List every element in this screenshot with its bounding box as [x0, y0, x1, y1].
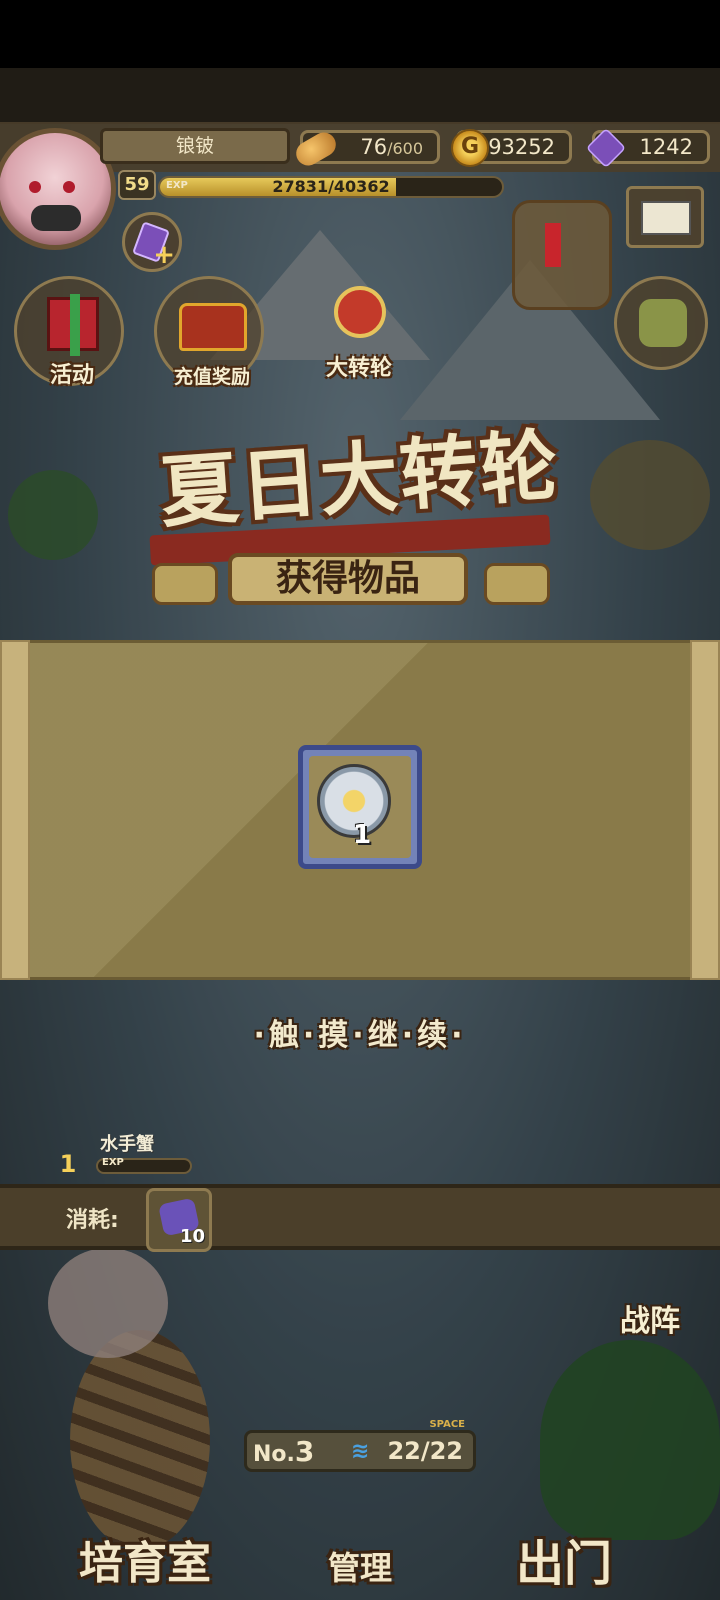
nursery-button[interactable]: 培育室 [60, 1528, 230, 1600]
consume-item-slot[interactable]: 10 [146, 1188, 212, 1252]
monster-exp-bar: EXP [96, 1157, 192, 1174]
monster-name: 水手蟹 [100, 1134, 154, 1155]
exp-text: 27831/40362 [272, 177, 390, 196]
storage-counter: No.3 SPACE ≋ 22/22 [244, 1419, 476, 1472]
touch-to-continue[interactable]: ·触·摸·继·续· [180, 1016, 540, 1056]
envelope-icon [641, 201, 691, 235]
storage-count: 22/22 [387, 1437, 463, 1465]
big-wheel-label: 大转轮 [325, 356, 392, 381]
obtained-items-header: 获得物品 [228, 553, 468, 605]
recharge-reward-label: 充值奖励 [173, 366, 250, 388]
consume-quantity: 10 [179, 1226, 205, 1247]
plus-icon: + [153, 240, 175, 270]
monster-exp-tag: EXP [102, 1157, 124, 1168]
status-bar [0, 0, 720, 68]
monster-level: 1 [59, 1150, 77, 1178]
gold-value: 93252 [488, 135, 555, 159]
battle-formation-button[interactable]: 战阵 [590, 1270, 710, 1340]
reward-item-slot[interactable]: 1 [298, 745, 422, 869]
wave-icon: ≋ [351, 1439, 370, 1464]
big-wheel-button[interactable]: 大转轮 [304, 266, 414, 381]
treasure-chest-icon [179, 303, 247, 351]
activity-button[interactable]: 活动 [14, 276, 124, 388]
gem-counter[interactable]: 1242 [585, 127, 710, 169]
gift-icon [47, 294, 99, 356]
buy-gems-button[interactable]: + [122, 212, 182, 272]
stamina-counter[interactable]: 76/600 [291, 128, 440, 170]
stamina-value: 76 [360, 135, 388, 159]
storage-no-label: No. [253, 1442, 295, 1467]
player-level: 59 [118, 170, 156, 200]
backpack-button[interactable] [614, 276, 708, 370]
reward-quantity: 1 [353, 820, 372, 850]
activity-label: 活动 [49, 363, 94, 388]
quest-scroll-button[interactable] [512, 200, 612, 310]
gold-counter[interactable]: G 93252 [451, 129, 572, 167]
gem-value: 1242 [639, 135, 693, 159]
consume-label: 消耗: [66, 1208, 119, 1233]
exit-button[interactable]: 出门 [494, 1528, 634, 1600]
storage-no-value: 3 [294, 1435, 315, 1468]
manage-button[interactable]: 管理 [300, 1528, 420, 1600]
banner-side-tab [152, 563, 218, 605]
space-tag: SPACE [429, 1419, 465, 1430]
panel-edge-left [0, 640, 30, 980]
battle-formation-label: 战阵 [620, 1304, 680, 1339]
recharge-reward-button[interactable]: 充值奖励 [154, 276, 264, 388]
player-name: 锒铍 [100, 128, 290, 164]
stamina-max: /600 [387, 139, 423, 158]
panel-edge-right [690, 640, 720, 980]
mail-button[interactable] [626, 186, 704, 248]
gold-coin-icon: G [451, 129, 489, 167]
player-exp-bar: EXP 27831/40362 [158, 176, 504, 198]
banner-side-tab [484, 563, 550, 605]
wheel-icon [334, 286, 386, 338]
